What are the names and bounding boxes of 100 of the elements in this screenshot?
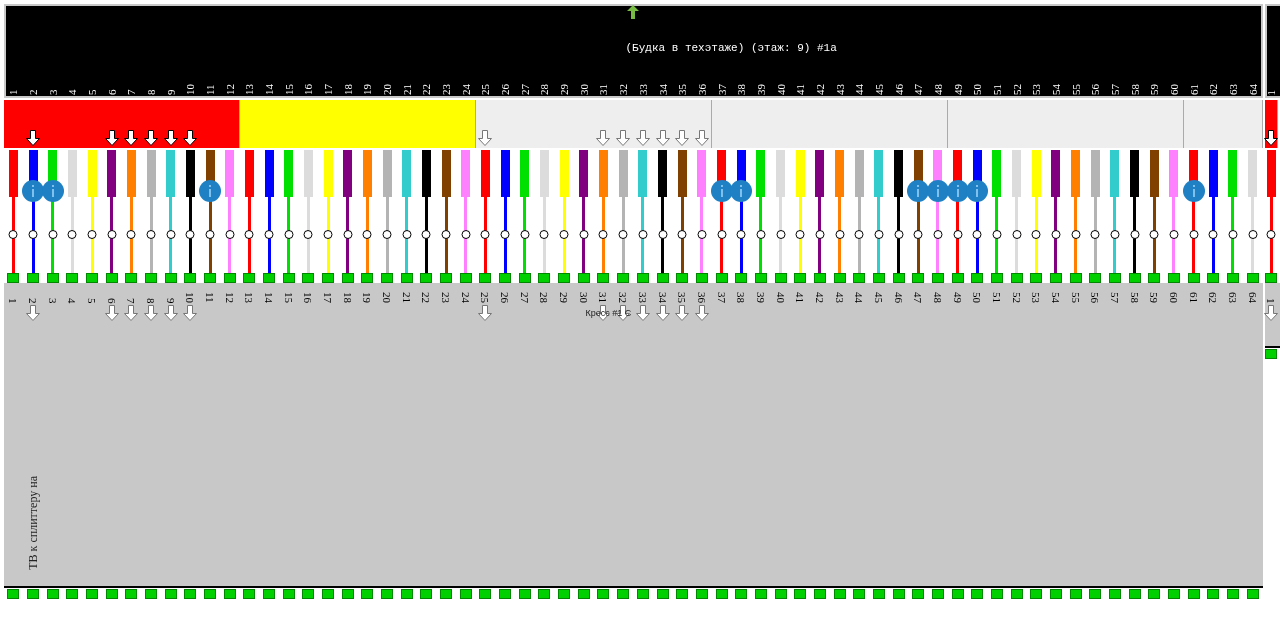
splice-point	[205, 230, 215, 239]
info-icon[interactable]	[199, 180, 222, 202]
info-icon[interactable]	[1182, 180, 1205, 202]
port-number: 43	[834, 84, 845, 95]
connector-port	[656, 589, 669, 599]
info-icon[interactable]	[946, 180, 969, 202]
info-icon[interactable]	[41, 180, 64, 202]
connector-port	[735, 589, 748, 599]
connector-port	[617, 273, 630, 283]
splice-point	[1071, 230, 1081, 239]
port-number: 30	[578, 292, 589, 303]
info-icon[interactable]	[730, 180, 753, 202]
connector-port	[990, 273, 1003, 283]
up-arrow-icon[interactable]	[627, 5, 639, 19]
connector-port	[853, 273, 866, 283]
connector-port	[853, 589, 866, 599]
port-number: 33	[637, 84, 648, 95]
connector-port	[892, 589, 905, 599]
splice-point	[835, 230, 845, 239]
connector-port	[263, 273, 276, 283]
connector-port	[1265, 273, 1277, 283]
info-icon[interactable]	[22, 180, 44, 202]
splice-point	[953, 230, 963, 239]
port-number: 6	[106, 297, 117, 303]
port-number: 8	[146, 297, 157, 303]
port-number: 48	[932, 292, 943, 303]
port-number: 16	[303, 292, 314, 303]
connector-port	[695, 589, 708, 599]
port-number: 55	[1070, 292, 1081, 303]
connector-port	[302, 273, 315, 283]
connector-port	[813, 589, 826, 599]
info-icon[interactable]	[926, 180, 949, 202]
connector-port	[1108, 273, 1121, 283]
splice-point	[618, 230, 628, 239]
connector-port	[282, 273, 295, 283]
port-number: 12	[224, 292, 235, 303]
info-icon[interactable]	[710, 180, 733, 202]
connector-port	[125, 589, 138, 599]
connector-port	[7, 273, 20, 283]
port-number: 31	[598, 84, 609, 95]
port-number: 50	[972, 292, 983, 303]
connector-port	[7, 589, 20, 599]
connector-port	[184, 273, 197, 283]
connector-port	[86, 273, 98, 283]
port-number: 15	[283, 292, 294, 303]
connector-port	[676, 589, 689, 599]
connector-port	[676, 273, 689, 283]
port-number: 23	[441, 84, 452, 95]
connector-port	[440, 589, 453, 599]
splice-point	[1248, 230, 1258, 239]
connector-port	[302, 589, 315, 599]
port-number: 37	[716, 84, 727, 95]
splice-point	[1169, 230, 1179, 239]
port-number: 28	[539, 84, 550, 95]
connector-port	[420, 273, 433, 283]
connector-port	[282, 589, 295, 599]
port-number: 7	[126, 88, 137, 95]
port-number: 20	[382, 84, 393, 95]
splice-point	[795, 230, 805, 239]
splice-point	[756, 230, 766, 239]
info-icon[interactable]	[966, 180, 989, 202]
port-number: 47	[913, 84, 924, 95]
connector-port	[1128, 273, 1141, 283]
port-number: 29	[559, 84, 570, 95]
connector-port	[1089, 589, 1102, 599]
connector-port	[164, 273, 177, 283]
connector-port	[223, 273, 236, 283]
connector-port	[656, 273, 669, 283]
info-icon[interactable]	[907, 180, 930, 202]
port-number: 45	[873, 292, 884, 303]
splice-point	[1110, 230, 1120, 239]
port-number: 5	[87, 297, 97, 303]
port-number: 11	[205, 292, 216, 303]
connector-port	[361, 589, 374, 599]
splice-point	[1189, 230, 1199, 239]
connector-port	[754, 273, 767, 283]
port-number: 35	[677, 292, 688, 303]
connector-port	[164, 589, 177, 599]
connector-port	[400, 589, 413, 599]
port-number: 29	[559, 292, 570, 303]
connector-port	[1010, 589, 1023, 599]
port-number: 59	[1149, 84, 1160, 95]
splice-point	[402, 230, 412, 239]
splice-point	[1012, 230, 1022, 239]
port-number: 2	[28, 297, 38, 303]
port-number: 51	[991, 292, 1002, 303]
connector-port	[735, 273, 748, 283]
port-number: 59	[1149, 292, 1160, 303]
connector-port	[459, 589, 472, 599]
port-number: 1	[8, 88, 19, 95]
connector-port	[617, 589, 630, 599]
port-number: 18	[342, 292, 353, 303]
splice-point	[972, 230, 982, 239]
port-number: 12	[224, 84, 235, 95]
port-number: 43	[834, 292, 845, 303]
connector-port	[951, 589, 964, 599]
port-number: 34	[657, 84, 668, 95]
port-number: 25	[480, 292, 491, 303]
splice-point	[1090, 230, 1100, 239]
port-number: 62	[1208, 84, 1219, 95]
